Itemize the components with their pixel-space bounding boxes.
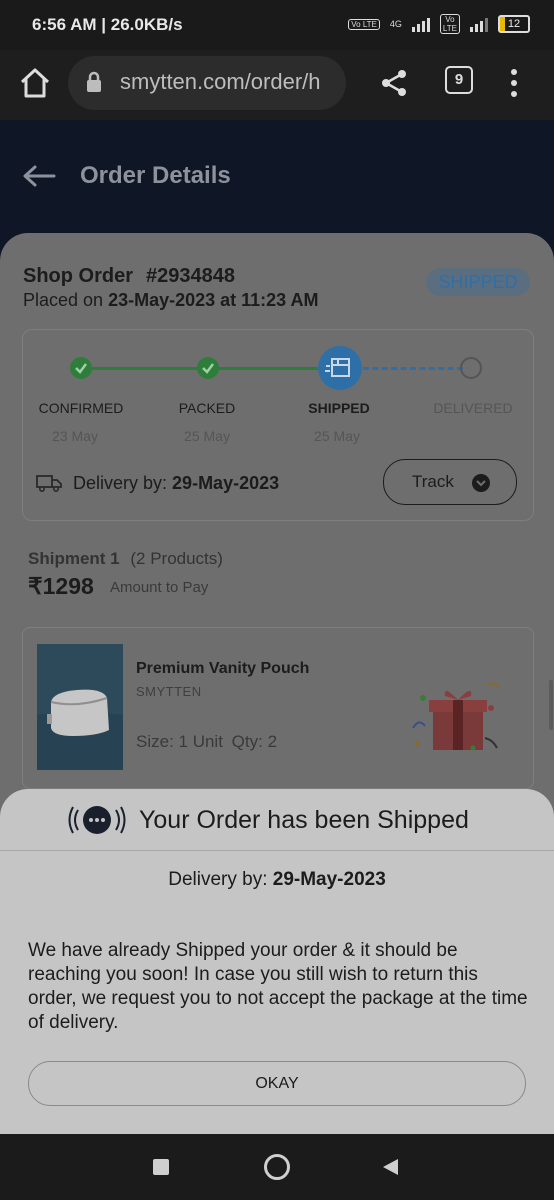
step-label: DELIVERED xyxy=(433,400,513,416)
delivery-by: Delivery by: 29-May-2023 xyxy=(73,473,279,494)
status-badge: SHIPPED xyxy=(426,268,530,296)
product-size-qty: Size: 1 Unit Qty: 2 xyxy=(136,732,277,752)
lock-icon xyxy=(87,71,101,92)
status-time: 6:56 AM | 26.0KB/s xyxy=(32,15,183,34)
placed-on: Placed on 23-May-2023 at 11:23 AM xyxy=(23,290,319,311)
product-image xyxy=(37,644,123,770)
chevron-down-icon xyxy=(472,474,490,492)
share-icon[interactable] xyxy=(380,68,410,98)
overflow-menu-icon[interactable] xyxy=(508,68,520,98)
url-bar[interactable]: smytten.com/order/h xyxy=(68,56,346,110)
placed-prefix: Placed on xyxy=(23,290,104,310)
gift-box-icon xyxy=(412,682,500,751)
sheet-delivery-prefix: Delivery by: xyxy=(168,869,268,890)
network-4g-label: 4G xyxy=(389,19,402,29)
step-label: SHIPPED xyxy=(308,400,370,416)
signal-icon xyxy=(411,16,430,32)
battery-icon: 12 xyxy=(498,15,530,33)
step-label: CONFIRMED xyxy=(38,400,124,416)
page-title: Order Details xyxy=(80,162,231,189)
track-label: Track xyxy=(412,472,454,491)
order-number: #2934848 xyxy=(146,265,235,287)
step-confirmed-check-icon xyxy=(70,357,92,379)
tracking-box: CONFIRMED PACKED SHIPPED DELIVERED 23 Ma… xyxy=(22,329,534,521)
sheet-delivery: Delivery by: 29-May-2023 xyxy=(0,869,554,891)
url-text[interactable]: smytten.com/order/h xyxy=(120,69,342,95)
sheet-delivery-date: 29-May-2023 xyxy=(272,869,386,890)
scrollbar[interactable] xyxy=(549,680,553,730)
divider xyxy=(0,850,554,851)
step-packed-check-icon xyxy=(197,357,219,379)
sheet-title: Your Order has been Shipped xyxy=(139,806,469,834)
system-nav-bar xyxy=(0,1134,554,1200)
notification-bubble-icon xyxy=(68,806,126,834)
step-date: 25 May xyxy=(314,428,360,444)
sheet-message: We have already Shipped your order & it … xyxy=(28,940,528,1033)
volte-icon: Vo LTE xyxy=(348,18,380,30)
order-label: Shop Order xyxy=(23,265,134,287)
track-button[interactable]: Track xyxy=(383,459,517,505)
clock: 6:56 AM xyxy=(32,15,97,34)
amount-value: ₹1298 xyxy=(28,573,94,599)
step-label: PACKED xyxy=(178,400,236,416)
battery-level: 12 xyxy=(507,18,521,30)
status-icons: Vo LTE 4G Vo LTE 12 xyxy=(348,14,530,34)
step-shipped-box-icon xyxy=(318,346,362,390)
shipped-bottom-sheet: Your Order has been Shipped Delivery by:… xyxy=(0,789,554,1134)
step-date: 25 May xyxy=(184,428,230,444)
status-bar: 6:56 AM | 26.0KB/s Vo LTE 4G Vo LTE 12 xyxy=(0,0,554,50)
browser-toolbar: smytten.com/order/h 9 xyxy=(0,50,554,120)
product-name: Premium Vanity Pouch xyxy=(136,660,310,677)
tab-switcher-button[interactable]: 9 xyxy=(445,66,473,94)
shipment-products-count: (2 Products) xyxy=(130,549,223,568)
product-qty: Qty: 2 xyxy=(231,732,278,751)
back-arrow-icon[interactable] xyxy=(22,164,56,188)
step-delivered-circle-icon xyxy=(460,357,482,379)
volte-icon-2: Vo LTE xyxy=(439,14,460,34)
progress-line-pending xyxy=(363,367,463,370)
product-size: Size: 1 Unit xyxy=(136,732,223,751)
back-nav-icon[interactable] xyxy=(380,1157,400,1177)
delivery-prefix: Delivery by: xyxy=(73,473,168,493)
truck-icon xyxy=(36,475,62,493)
amount-label: Amount to Pay xyxy=(110,579,209,596)
shipment-title: Shipment 1 xyxy=(28,549,120,568)
delivery-date: 29-May-2023 xyxy=(172,473,280,493)
signal-icon-2 xyxy=(470,16,488,32)
recents-icon[interactable] xyxy=(153,1159,169,1175)
home-icon[interactable] xyxy=(18,66,52,100)
network-speed: 26.0KB/s xyxy=(110,15,183,34)
shipment-header: Shipment 1 (2 Products) xyxy=(28,549,223,569)
product-card[interactable]: Premium Vanity Pouch SMYTTEN Size: 1 Uni… xyxy=(22,627,534,789)
okay-button[interactable]: OKAY xyxy=(28,1061,526,1106)
step-date: 23 May xyxy=(52,428,98,444)
home-nav-icon[interactable] xyxy=(264,1154,290,1180)
product-brand: SMYTTEN xyxy=(136,684,202,699)
placed-date: 23-May-2023 at 11:23 AM xyxy=(108,290,319,310)
